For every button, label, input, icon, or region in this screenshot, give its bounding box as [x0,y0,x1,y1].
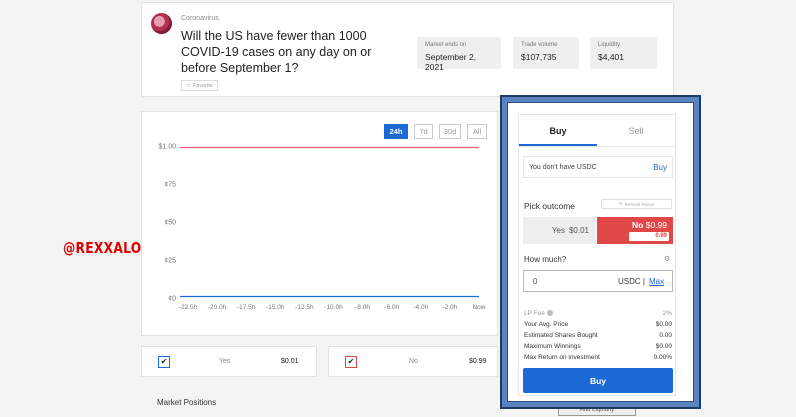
amount-value[interactable]: 0 [533,277,537,286]
option-no-badge: 0.99 [629,232,669,241]
summary-label: Your Avg. Price [524,321,569,328]
pick-outcome-label: Pick outcome [524,201,576,211]
x-tick-label: -17.5h [237,304,256,311]
page: Coronavirus Will the US have fewer than … [0,0,796,417]
usdc-message: You don't have USDC [529,164,597,171]
star-icon: ☆ [186,82,191,89]
outcome-name: No [409,358,418,365]
stat-value: $107,735 [521,52,557,62]
outcome-yes[interactable]: ✔ Yes $0.01 [141,346,317,377]
stat-label: Liquidity [598,42,621,48]
watermark-text: @REXXALO [63,239,142,257]
checkbox-yes[interactable]: ✔ [158,356,170,368]
x-tick-label: -10.0h [324,304,343,311]
stat-market-ends: Market ends on September 2, 2021 [417,37,501,72]
x-tick-label: -22.5h [179,304,198,311]
trade-panel-highlight: Buy Sell You don't have USDC Buy Pick ou… [500,95,701,409]
x-tick-label: -12.5h [295,304,314,311]
outcome-price: $0.01 [281,358,299,365]
chart-range-tabs: 24h 7d 30d All [384,124,487,139]
y-tick-label: ¢25 [164,258,176,265]
summary-value: 2% [662,310,672,317]
outcome-no[interactable]: ✔ No $0.99 [328,346,498,377]
trade-tabs: Buy Sell [519,115,675,147]
summary-value: $0.00 [655,321,672,328]
stat-label: Trade volume [521,42,558,48]
option-no-sub: 0.99 [655,233,667,239]
range-tab-all[interactable]: All [467,124,487,139]
favorite-button[interactable]: ☆ Favorite [181,80,218,91]
how-much-label: How much? [524,255,567,264]
buy-button[interactable]: Buy [523,368,673,393]
option-no-price: $0.99 [645,220,667,230]
stat-value: $4,401 [598,52,624,62]
stat-value: September 2, 2021 [425,52,477,72]
summary-label: Max Return on investment [524,354,600,361]
price-chart-card: $1.00 ¢75 ¢50 ¢25 ¢0 -22.5h -20.0h -17.5h -15.0h… [141,111,498,336]
option-no[interactable]: No $0.99 0.99 [597,217,673,244]
market-question: Will the US have fewer than 1000 COVID-1… [181,29,372,75]
stat-trade-volume: Trade volume $107,735 [513,37,579,69]
x-tick-label: -2.0h [442,304,457,311]
stat-liquidity: Liquidity $4,401 [590,37,657,69]
trade-summary: LP Fee 2% Your Avg. Price $0.00 Estimate… [524,308,672,363]
summary-row-lp-fee: LP Fee 2% [524,308,672,319]
y-tick-label: ¢50 [164,220,176,227]
summary-label: Estimated Shares Bought [524,332,598,339]
market-category[interactable]: Coronavirus [181,15,219,22]
range-tab-24h[interactable]: 24h [384,124,408,139]
stat-label: Market ends on [425,42,467,48]
tab-buy[interactable]: Buy [519,115,597,146]
market-header-card: Coronavirus Will the US have fewer than … [141,2,674,97]
trade-panel-frame: Buy Sell You don't have USDC Buy Pick ou… [507,102,694,402]
favorite-label: Favorite [192,82,213,89]
market-positions-title: Market Positions [157,398,217,407]
option-yes-price: $0.01 [568,226,589,235]
summary-label: LP Fee [524,310,545,317]
max-button[interactable]: Max [649,277,664,286]
outcome-price: $0.99 [469,358,487,365]
refresh-prices-button[interactable]: ⟳ Refresh Prices [601,199,672,209]
outcome-name: Yes [219,358,231,365]
x-tick-label: -8.0h [355,304,370,311]
category-avatar [151,13,172,34]
y-tick-label: ¢0 [168,296,176,303]
amount-input[interactable]: 0 USDC | Max [523,270,673,292]
gear-icon[interactable]: ⚙ [664,255,670,263]
checkbox-no[interactable]: ✔ [345,356,357,368]
range-tab-7d[interactable]: 7d [414,124,433,139]
option-no-header: No $0.99 [632,220,667,230]
summary-row: Your Avg. Price $0.00 [524,319,672,330]
trade-panel: Buy Sell You don't have USDC Buy Pick ou… [518,114,676,396]
price-chart: $1.00 ¢75 ¢50 ¢25 ¢0-22.5h -20.0h -17.5h -15.0h… [158,144,485,312]
usdc-notice: You don't have USDC Buy [523,156,673,178]
info-icon[interactable] [546,310,553,317]
x-tick-label: -4.0h [413,304,428,311]
summary-value: 0.00 [659,332,672,339]
y-tick-label: $1.00 [158,144,176,151]
x-tick-label: -20.0h [208,304,227,311]
summary-value: $0.00 [655,343,672,350]
refresh-label: Refresh Prices [624,201,655,207]
x-tick-label: -6.0h [384,304,399,311]
range-tab-30d[interactable]: 30d [439,124,461,139]
x-tick-label: -15.0h [266,304,285,311]
summary-row: Max Return on investment 0.00% [524,352,672,363]
summary-label: Maximum Winnings [524,343,581,350]
summary-value: 0.00% [653,354,672,361]
option-no-label: No [632,220,644,230]
x-tick-label: Now [472,304,485,311]
summary-row: Maximum Winnings $0.00 [524,341,672,352]
amount-currency: USDC | [618,277,645,286]
summary-row: Estimated Shares Bought 0.00 [524,330,672,341]
option-yes[interactable]: Yes $0.01 [523,217,596,244]
refresh-icon: ⟳ [618,201,623,206]
tab-sell[interactable]: Sell [597,115,675,146]
y-tick-label: ¢75 [164,182,176,189]
buy-usdc-link[interactable]: Buy [653,163,667,172]
option-yes-label: Yes [551,226,565,235]
